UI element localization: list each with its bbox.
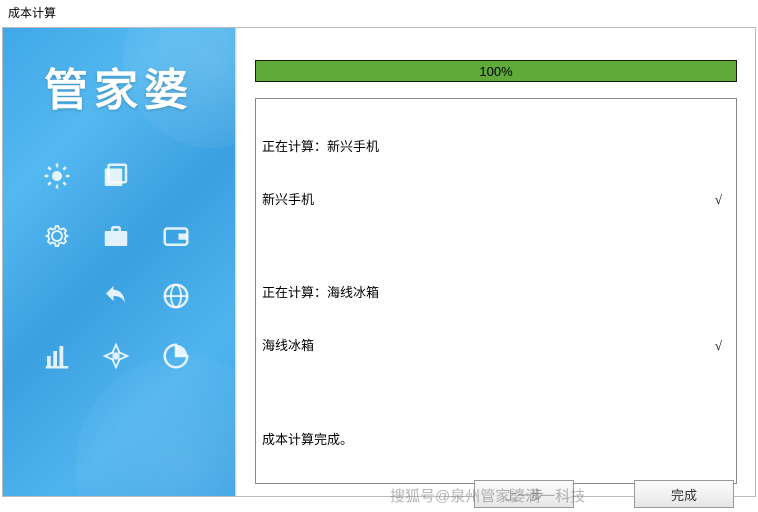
log-line: 海线冰箱√ — [262, 337, 730, 355]
main-panel: 管家婆 100% 正在计算：新兴手机 新兴手机√ — [2, 27, 756, 497]
brand-logo: 管家婆 — [3, 28, 235, 118]
log-line: 正在计算：新兴手机 — [262, 138, 730, 156]
sidebar-icon-grid — [3, 118, 235, 394]
progress-container: 100% — [255, 60, 737, 82]
gear-icon — [39, 218, 75, 254]
log-line: 正在计算：海线冰箱 — [262, 284, 730, 302]
progress-text: 100% — [479, 64, 512, 79]
briefcase-icon — [98, 218, 134, 254]
log-line: 新兴手机√ — [262, 191, 730, 209]
log-line: 成本计算完成。 — [262, 431, 730, 449]
button-bar: 上一步 完成 — [474, 480, 734, 508]
bar-chart-icon — [39, 338, 75, 374]
sidebar: 管家婆 — [3, 28, 235, 496]
progress-bar: 100% — [255, 60, 737, 82]
pie-chart-icon — [158, 338, 194, 374]
blank-icon-2 — [39, 278, 75, 314]
undo-icon — [98, 278, 134, 314]
log-output[interactable]: 正在计算：新兴手机 新兴手机√ 正在计算：海线冰箱 海线冰箱√ 成本计算完成。 … — [255, 98, 737, 484]
finish-button[interactable]: 完成 — [634, 480, 734, 508]
globe-icon — [158, 278, 194, 314]
sun-icon — [39, 158, 75, 194]
star-icon — [98, 338, 134, 374]
window-title: 成本计算 — [0, 0, 758, 25]
stack-icon — [98, 158, 134, 194]
wallet-icon — [158, 218, 194, 254]
content-area: 100% 正在计算：新兴手机 新兴手机√ 正在计算：海线冰箱 海线冰箱√ 成本计… — [237, 28, 755, 496]
blank-icon-1 — [158, 158, 194, 194]
prev-button[interactable]: 上一步 — [474, 480, 574, 508]
